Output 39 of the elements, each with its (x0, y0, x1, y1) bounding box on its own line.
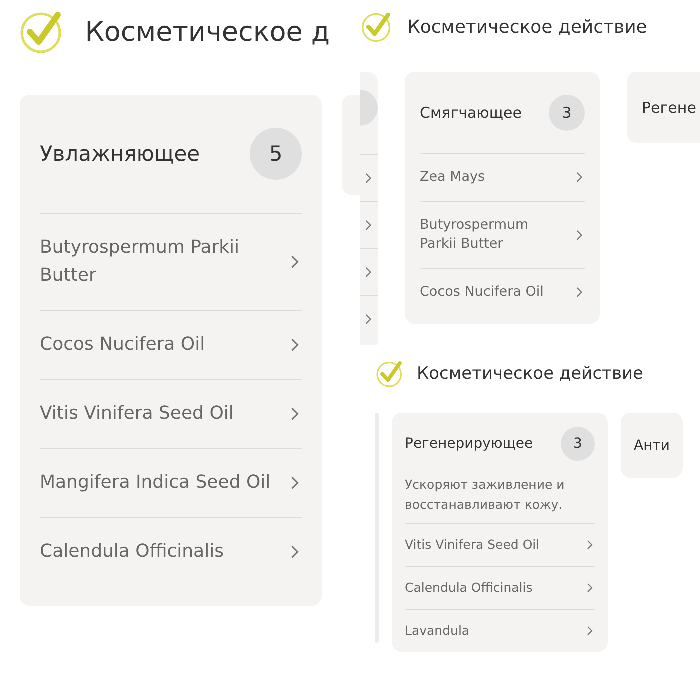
section-title: Косметическое действие (408, 16, 648, 38)
ingredient-link[interactable]: Vitis Vinifera Seed Oil (40, 400, 234, 428)
chevron-icon (363, 314, 374, 324)
card-title: Анти (634, 438, 670, 454)
chevron-icon (585, 626, 595, 636)
card-title: Регене (642, 98, 696, 116)
ingredient-link[interactable]: Vitis Vinifera Seed Oil (405, 536, 540, 554)
chevron-icon (574, 230, 585, 240)
category-card[interactable]: Регенерирующее 3 Ускоряют заживление и восстанавливают кожу. Vitis Vinifera Seed Oil Calendula Officinalis Lavandula (392, 413, 608, 652)
ingredient-link[interactable]: Butyrospermum Parkii Butter (40, 234, 282, 290)
card-title: Смягчающее (420, 104, 522, 122)
ingredient-link[interactable]: Calendula Officinalis (405, 579, 533, 597)
category-card[interactable]: Смягчающее 3 Zea Mays Butyrospermum Parkii Butter Cocos Nucifera Oil (405, 72, 600, 324)
ingredient-link[interactable]: Zea Mays (420, 168, 486, 187)
checkmark-icon (375, 359, 405, 389)
card-title: Регенерирующее (405, 436, 534, 452)
section-title: Косметическое д (85, 16, 330, 48)
chevron-icon (574, 287, 585, 298)
chevron-icon (585, 540, 595, 550)
section-title: Косметическое действие (417, 364, 644, 384)
chevron-icon (574, 172, 585, 183)
category-card[interactable]: Увлажняющее 5 Butyrospermum Parkii Butter Cocos Nucifera Oil Vitis Vinifera Seed Oil Mangifera Indica Seed Oil Calendula Officinalis (20, 95, 322, 606)
chevron-icon (363, 172, 374, 184)
count-badge: 3 (549, 94, 585, 130)
chevron-icon (585, 583, 595, 593)
ingredient-link[interactable]: Cocos Nucifera Oil (420, 283, 544, 302)
category-card[interactable]: Анти (621, 413, 683, 478)
ingredient-link[interactable]: Cocos Nucifera Oil (40, 331, 206, 359)
card-description: Ускоряют заживление и восстанавливают кожу. (405, 476, 566, 514)
card-title: Увлажняющее (40, 142, 200, 166)
ingredient-link[interactable]: Butyrospermum Parkii Butter (420, 216, 555, 254)
chevron-icon (363, 266, 374, 278)
ingredient-link[interactable]: Calendula Officinalis (40, 538, 224, 566)
chevron-icon (363, 220, 374, 230)
category-card[interactable]: Регене (627, 72, 700, 143)
ingredient-link[interactable]: Lavandula (405, 622, 470, 640)
count-badge: 3 (561, 427, 595, 461)
count-badge: 5 (250, 128, 302, 180)
ingredient-link[interactable]: Mangifera Indica Seed Oil (40, 469, 271, 497)
